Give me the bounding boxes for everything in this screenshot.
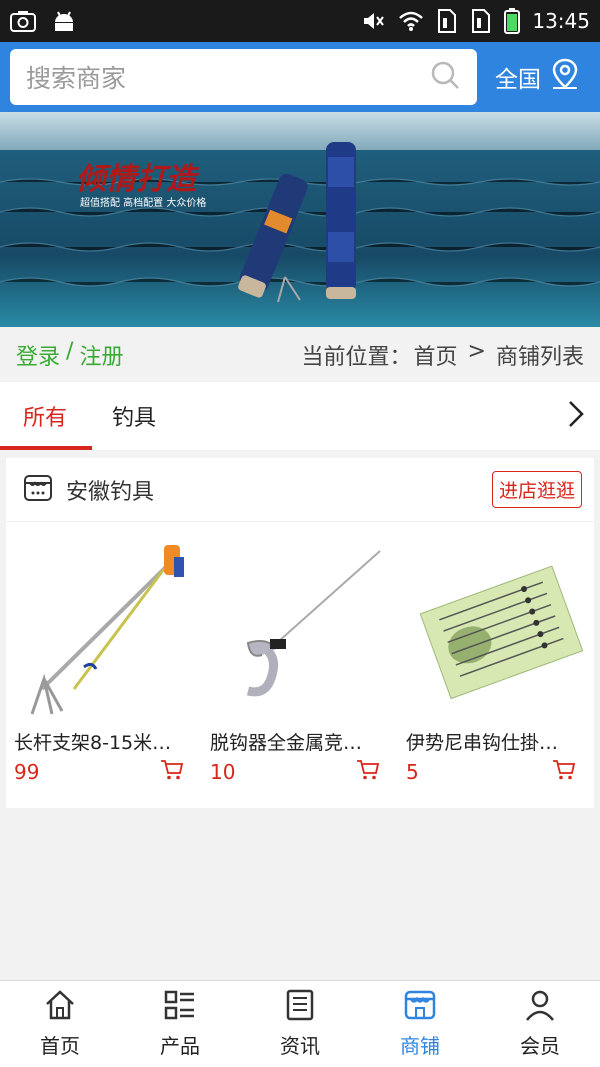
grid-list-icon[interactable] [163,989,197,1026]
news-icon[interactable] [283,989,317,1026]
register-link[interactable]: 注册 [79,339,123,371]
nav-item-member[interactable]: 会员 [480,981,600,1067]
product-image[interactable] [406,538,586,720]
bottom-nav: 首页 产品 资讯 商铺 会员 [0,980,600,1067]
clock-text: 13:45 [532,9,590,33]
promo-banner[interactable]: 倾情打造 超值搭配 高档配置 大众价格 [0,112,600,327]
store-icon [22,472,54,508]
product-price: 10 [210,760,236,784]
nav-item-home[interactable]: 首页 [0,981,120,1067]
mute-icon [362,10,386,32]
android-icon [52,10,76,32]
status-bar: 13:45 [0,0,600,42]
top-header: 搜索商家 全国 [0,42,600,112]
banner-image [0,112,600,327]
breadcrumb-home[interactable]: 首页 [414,339,458,371]
tab-fishing-gear[interactable]: 钓具 [90,382,178,450]
product-price: 99 [14,760,40,784]
cart-icon[interactable] [160,759,184,785]
store-icon[interactable] [403,989,437,1026]
product-image[interactable] [210,538,390,720]
sim1-icon [436,9,458,33]
search-placeholder[interactable]: 搜索商家 [26,59,429,95]
breadcrumb-current: 商铺列表 [495,344,584,370]
battery-icon [504,8,521,34]
category-tabs: 所有 钓具 [0,382,600,450]
home-icon[interactable] [43,989,77,1026]
visit-shop-button[interactable]: 进店逛逛 [491,471,582,508]
tabs-more-button[interactable] [552,382,600,450]
screenshot-icon [10,10,36,32]
wifi-icon [398,10,424,32]
search-box[interactable]: 搜索商家 [10,49,477,105]
banner-headline: 倾情打造 [76,162,196,197]
nav-label[interactable]: 商铺 [400,1030,440,1059]
login-register: 登录 / 注册 [16,339,123,371]
sim2-icon [470,9,492,33]
product-image[interactable] [14,538,194,720]
product-card[interactable]: 伊势尼串钩仕掛… 5 [398,538,594,785]
product-title[interactable]: 伊势尼串钩仕掛… [406,728,586,755]
nav-item-products[interactable]: 产品 [120,981,240,1067]
product-title[interactable]: 脱钩器全金属竞… [210,728,390,755]
shop-card: 安徽钓具 进店逛逛 长杆支架8-15米… 99 脱钩器全金属竞… 10 伊势尼串… [6,458,594,808]
region-label[interactable]: 全国 [495,60,541,94]
chevron-right-icon[interactable] [566,399,586,433]
nav-item-stores[interactable]: 商铺 [360,981,480,1067]
product-card[interactable]: 长杆支架8-15米… 99 [6,538,202,785]
product-title[interactable]: 长杆支架8-15米… [14,728,194,755]
shop-name[interactable]: 安徽钓具 [66,474,154,506]
product-price: 5 [406,760,419,784]
login-separator: / [66,338,74,364]
search-icon[interactable] [429,59,461,95]
nav-item-news[interactable]: 资讯 [240,981,360,1067]
cart-icon[interactable] [356,759,380,785]
product-card[interactable]: 脱钩器全金属竞… 10 [202,538,398,785]
nav-label[interactable]: 资讯 [280,1030,320,1059]
product-list: 长杆支架8-15米… 99 脱钩器全金属竞… 10 伊势尼串钩仕掛… 5 [6,522,594,785]
banner-tagline: 超值搭配 高档配置 大众价格 [80,198,207,209]
user-icon[interactable] [523,989,557,1026]
breadcrumb: 当前位置： 首页 > 商铺列表 [302,339,584,371]
tab-all[interactable]: 所有 [0,382,92,450]
region-selector[interactable]: 全国 [495,57,581,97]
nav-label[interactable]: 会员 [520,1030,560,1059]
login-link[interactable]: 登录 [16,339,60,371]
location-pin-icon[interactable] [549,57,581,97]
nav-label[interactable]: 首页 [40,1030,80,1059]
nav-label[interactable]: 产品 [160,1030,200,1059]
breadcrumb-arrow: > [467,338,486,364]
location-label: 当前位置： [301,344,412,370]
breadcrumb-bar: 登录 / 注册 当前位置： 首页 > 商铺列表 [0,327,600,382]
cart-icon[interactable] [552,759,576,785]
shop-header[interactable]: 安徽钓具 进店逛逛 [6,458,594,522]
